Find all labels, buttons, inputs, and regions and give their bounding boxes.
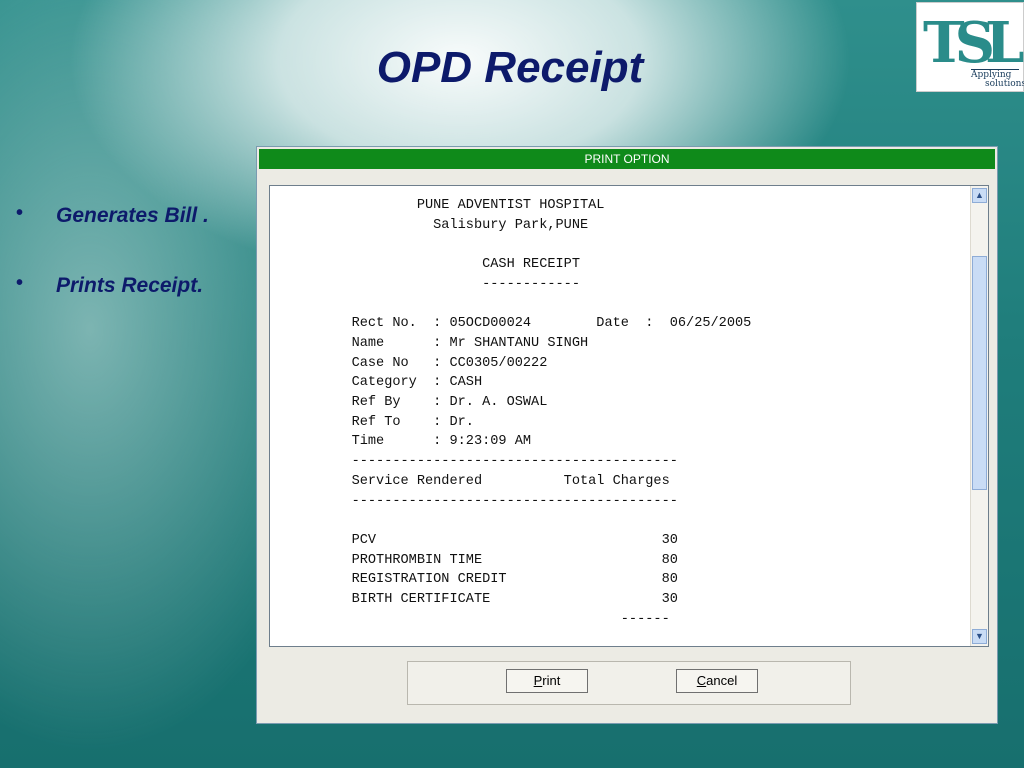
receipt-line: BIRTH CERTIFICATE 30 — [270, 592, 678, 608]
receipt-line: ------ — [270, 611, 670, 627]
slide-title: OPD Receipt — [376, 43, 644, 92]
bullet-icon: • — [16, 202, 24, 224]
receipt-preview[interactable]: PUNE ADVENTIST HOSPITAL Salisbury Park,P… — [269, 185, 989, 647]
bullet-list: • Generates Bill . • Prints Receipt. — [16, 202, 209, 344]
bullet-item: • Prints Receipt. — [16, 272, 209, 298]
print-button-label: rint — [542, 673, 561, 688]
tsl-logo: TSL Applying solutions — [916, 2, 1024, 92]
receipt-line: ------------ — [270, 276, 580, 292]
receipt-line: PCV 30 — [270, 532, 678, 548]
scrollbar-thumb[interactable] — [972, 256, 987, 490]
print-option-dialog: PRINT OPTION PUNE ADVENTIST HOSPITAL Sal… — [256, 146, 998, 724]
bullet-text: Generates Bill . — [56, 204, 209, 227]
receipt-line: Category : CASH — [270, 375, 483, 391]
receipt-line: Service Rendered Total Charges — [270, 473, 670, 489]
button-panel: Print Cancel — [407, 661, 851, 705]
bullet-icon: • — [16, 272, 24, 294]
receipt-line: Case No : CC0305/00222 — [270, 355, 548, 371]
receipt-line: Time : 9:23:09 AM — [270, 434, 532, 450]
bullet-text: Prints Receipt. — [56, 274, 204, 297]
bullet-item: • Generates Bill . — [16, 202, 209, 228]
receipt-line: ---------------------------------------- — [270, 493, 678, 509]
chevron-up-icon[interactable]: ▲ — [972, 188, 987, 203]
receipt-line: PROTHROMBIN TIME 80 — [270, 552, 678, 568]
chevron-down-icon[interactable]: ▼ — [972, 629, 987, 644]
dialog-title: PRINT OPTION — [259, 149, 995, 169]
receipt-line: Rect No. : 05OCD00024 Date : 06/25/2005 — [270, 316, 752, 332]
receipt-line: Name : Mr SHANTANU SINGH — [270, 335, 589, 351]
cancel-button[interactable]: Cancel — [676, 669, 758, 693]
receipt-text: PUNE ADVENTIST HOSPITAL Salisbury Park,P… — [270, 196, 752, 646]
receipt-line: Salisbury Park,PUNE — [270, 217, 589, 233]
logo-tagline-2: solutions — [985, 79, 1024, 89]
receipt-line: Ref By : Dr. A. OSWAL — [270, 395, 548, 411]
receipt-line: CASH RECEIPT — [270, 257, 580, 273]
logo-tagline: Applying solutions — [971, 71, 1024, 89]
print-button-mnemonic: P — [533, 673, 543, 688]
receipt-line: PUNE ADVENTIST HOSPITAL — [270, 198, 605, 213]
receipt-line: Ref To : Dr. — [270, 414, 474, 430]
cancel-button-label: ancel — [706, 673, 738, 688]
receipt-line: REGISTRATION CREDIT 80 — [270, 572, 678, 588]
cancel-button-mnemonic: C — [696, 673, 707, 688]
vertical-scrollbar[interactable]: ▲ ▼ — [970, 186, 988, 646]
print-button[interactable]: Print — [506, 669, 588, 693]
receipt-line: ---------------------------------------- — [270, 454, 678, 470]
